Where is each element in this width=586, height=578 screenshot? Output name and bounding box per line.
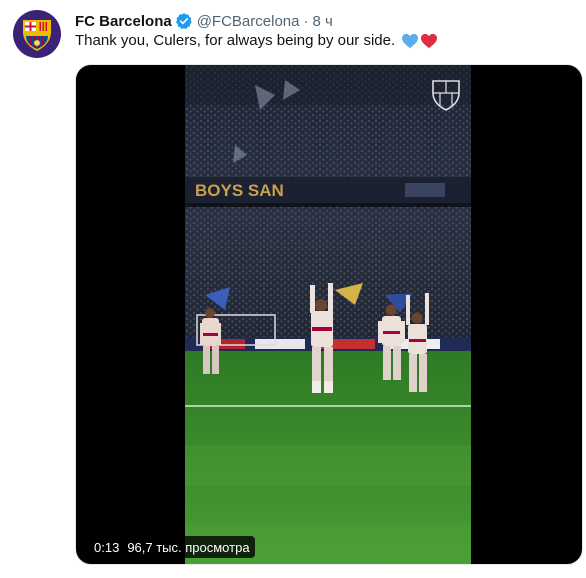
- tweet-text: Thank you, Culers, for always being by o…: [75, 31, 438, 51]
- separator-dot: ·: [303, 12, 309, 30]
- fc-barcelona-crest-icon: [23, 20, 51, 51]
- video-frame[interactable]: BOYS SAN: [185, 65, 471, 564]
- video-stats-badge: 0:13 96,7 тыс. просмотра: [89, 536, 255, 558]
- tweet[interactable]: FC Barcelona @FCBarcelona · 8 ч Thank yo…: [0, 0, 586, 578]
- stand-banner-text: BOYS SAN: [195, 181, 284, 200]
- red-heart-icon: [421, 33, 438, 49]
- video-thumbnail: BOYS SAN: [185, 65, 471, 564]
- video-player[interactable]: BOYS SAN 0:13 96,7 тыс. просмотра: [75, 64, 583, 565]
- blue-heart-icon: [402, 33, 419, 49]
- timestamp[interactable]: 8 ч: [312, 13, 332, 30]
- avatar[interactable]: [13, 10, 61, 58]
- tweet-text-content: Thank you, Culers, for always being by o…: [75, 32, 396, 49]
- author-handle[interactable]: @FCBarcelona: [197, 13, 300, 30]
- video-duration: 0:13: [94, 539, 120, 555]
- video-views: 96,7 тыс. просмотра: [127, 539, 250, 555]
- tweet-header: FC Barcelona @FCBarcelona · 8 ч: [75, 11, 333, 31]
- verified-badge-icon: [175, 12, 193, 30]
- author-name[interactable]: FC Barcelona: [75, 13, 172, 30]
